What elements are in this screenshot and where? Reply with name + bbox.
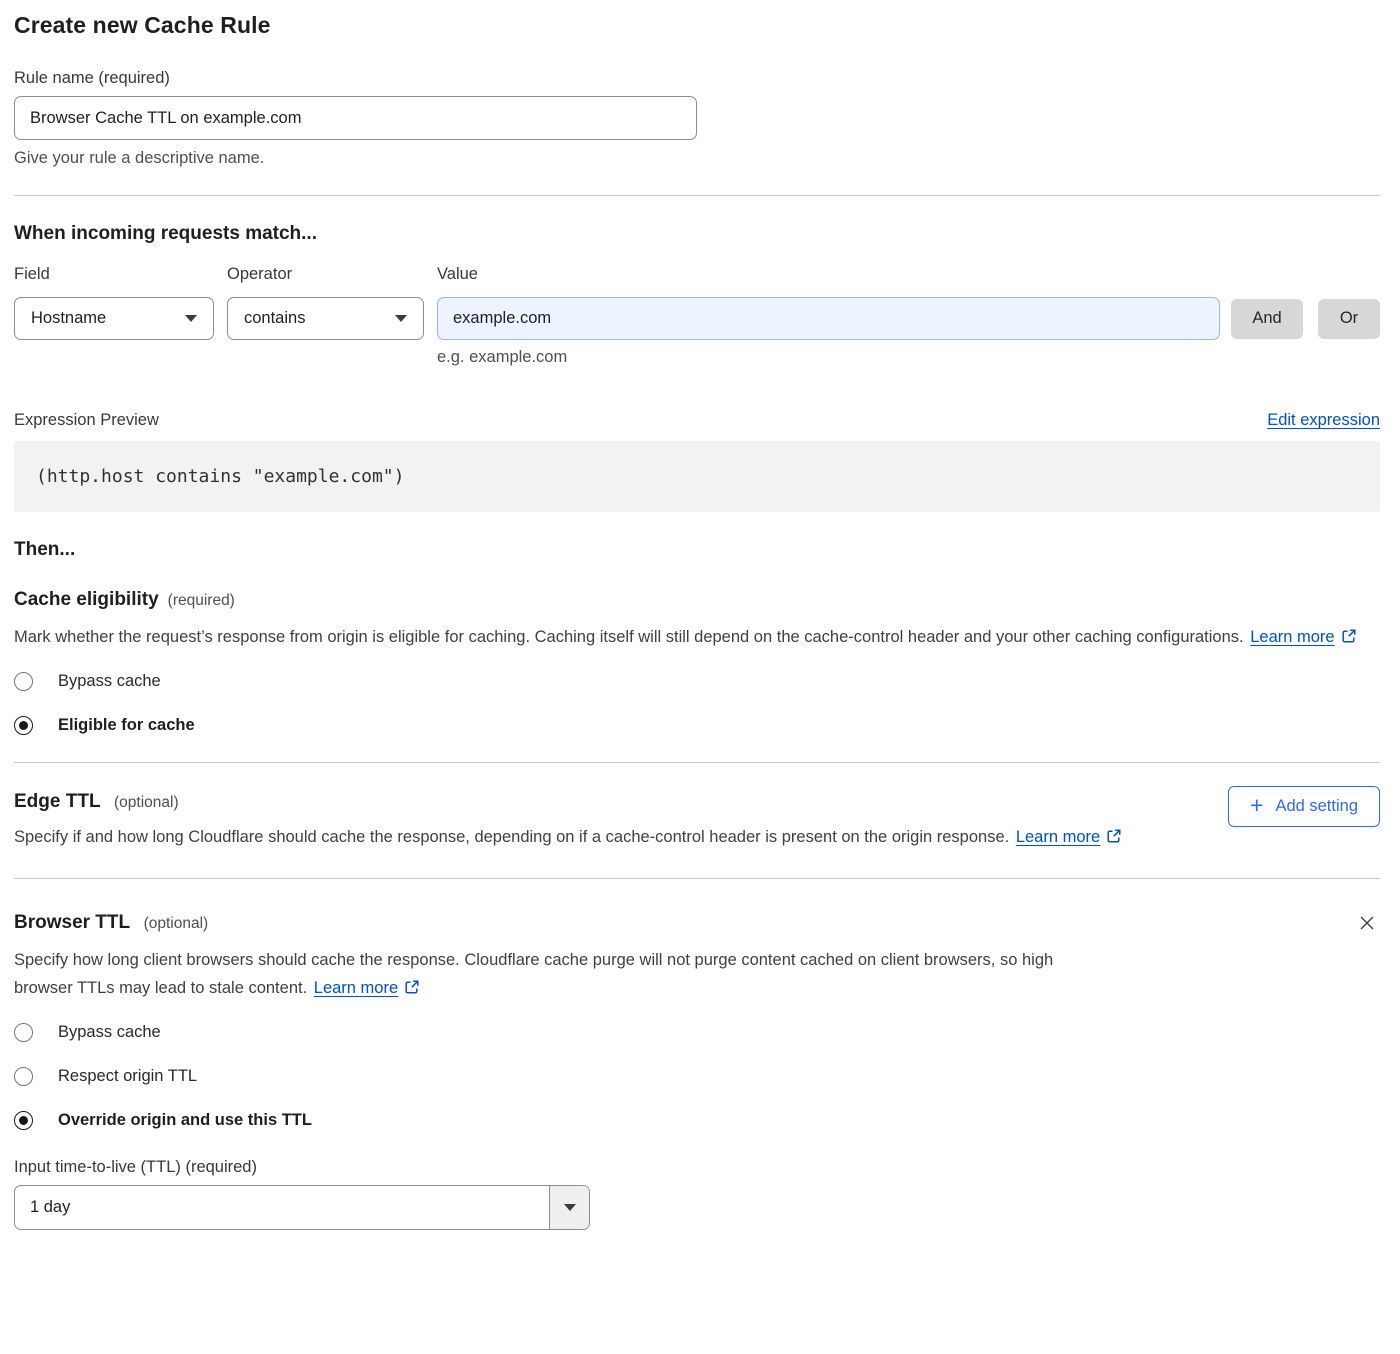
radio-icon[interactable]	[14, 1067, 33, 1086]
field-label: Field	[14, 265, 227, 284]
add-setting-button[interactable]: + Add setting	[1228, 786, 1380, 827]
divider	[14, 762, 1380, 763]
then-heading: Then...	[14, 539, 1380, 561]
match-column-labels: Field Operator Value	[14, 265, 1380, 284]
chevron-down-icon	[564, 1204, 576, 1211]
cache-eligibility-description: Mark whether the request’s response from…	[14, 623, 1359, 651]
expression-code: (http.host contains "example.com")	[36, 466, 404, 487]
rule-name-helper: Give your rule a descriptive name.	[14, 149, 1380, 168]
browser-ttl-description: Specify how long client browsers should …	[14, 946, 1114, 1002]
edge-ttl-description-text: Specify if and how long Cloudflare shoul…	[14, 828, 1009, 846]
match-heading: When incoming requests match...	[14, 223, 1380, 245]
radio-icon[interactable]	[14, 1023, 33, 1042]
divider	[14, 195, 1380, 196]
rule-name-label: Rule name (required)	[14, 69, 1380, 88]
browser-ttl-title: Browser TTL	[14, 912, 130, 933]
radio-label: Bypass cache	[58, 672, 161, 691]
remove-browser-ttl-button[interactable]	[1354, 910, 1380, 939]
cache-eligibility-title: Cache eligibility	[14, 589, 159, 611]
radio-label: Eligible for cache	[58, 716, 195, 735]
external-link-icon	[1106, 828, 1122, 844]
plus-icon: +	[1250, 794, 1263, 817]
value-input[interactable]	[437, 297, 1220, 340]
ttl-select-caret-box[interactable]	[549, 1186, 589, 1229]
field-select[interactable]: Hostname	[14, 297, 214, 340]
operator-label: Operator	[227, 265, 437, 284]
radio-label: Respect origin TTL	[58, 1067, 197, 1086]
radio-label: Override origin and use this TTL	[58, 1111, 312, 1130]
or-button[interactable]: Or	[1318, 299, 1380, 339]
radio-option-respect-origin-ttl[interactable]: Respect origin TTL	[14, 1067, 1380, 1086]
page-title: Create new Cache Rule	[14, 12, 1380, 39]
close-icon	[1356, 912, 1378, 934]
browser-ttl-header: Browser TTL (optional) Specify how long …	[14, 912, 1380, 1002]
expression-preview-row: Expression Preview Edit expression	[14, 411, 1380, 430]
radio-label: Bypass cache	[58, 1023, 161, 1042]
browser-ttl-description-text: Specify how long client browsers should …	[14, 951, 1053, 997]
radio-option-eligible-for-cache[interactable]: Eligible for cache	[14, 716, 1380, 735]
edge-ttl-title: Edge TTL	[14, 791, 101, 812]
expression-code-block: (http.host contains "example.com")	[14, 441, 1380, 512]
edge-ttl-description: Specify if and how long Cloudflare shoul…	[14, 823, 1122, 851]
field-select-value: Hostname	[31, 309, 106, 328]
browser-ttl-learn-more-link[interactable]: Learn more	[314, 979, 398, 997]
ttl-select-value: 1 day	[15, 1186, 549, 1229]
match-condition-row: Hostname contains And Or	[14, 297, 1380, 340]
radio-icon-selected[interactable]	[14, 1111, 33, 1130]
ttl-select[interactable]: 1 day	[14, 1185, 590, 1230]
chevron-down-icon	[185, 315, 197, 322]
edit-expression-link[interactable]: Edit expression	[1267, 411, 1380, 430]
value-hint: e.g. example.com	[437, 348, 1380, 367]
external-link-icon	[1341, 628, 1357, 644]
rule-name-input[interactable]	[14, 96, 697, 140]
radio-icon[interactable]	[14, 672, 33, 691]
required-tag: (required)	[168, 592, 235, 610]
external-link-icon	[404, 979, 420, 995]
edge-ttl-learn-more-link[interactable]: Learn more	[1016, 828, 1100, 846]
ttl-input-label: Input time-to-live (TTL) (required)	[14, 1158, 1380, 1177]
optional-tag: (optional)	[144, 915, 209, 932]
chevron-down-icon	[395, 315, 407, 322]
and-button[interactable]: And	[1231, 299, 1303, 339]
divider	[14, 878, 1380, 879]
radio-option-override-origin-ttl[interactable]: Override origin and use this TTL	[14, 1111, 1380, 1130]
edge-ttl-header: Edge TTL (optional) Specify if and how l…	[14, 791, 1380, 851]
radio-icon-selected[interactable]	[14, 716, 33, 735]
operator-select-value: contains	[244, 309, 305, 328]
expression-preview-label: Expression Preview	[14, 411, 159, 430]
operator-select[interactable]: contains	[227, 297, 424, 340]
cache-eligibility-learn-more-link[interactable]: Learn more	[1250, 628, 1334, 646]
add-setting-label: Add setting	[1275, 797, 1358, 816]
value-label: Value	[437, 265, 478, 284]
optional-tag: (optional)	[114, 794, 179, 811]
cache-eligibility-header: Cache eligibility (required)	[14, 589, 1380, 611]
cache-eligibility-description-text: Mark whether the request’s response from…	[14, 628, 1244, 646]
radio-option-bypass-cache[interactable]: Bypass cache	[14, 672, 1380, 691]
radio-option-bypass-cache-browser[interactable]: Bypass cache	[14, 1023, 1380, 1042]
